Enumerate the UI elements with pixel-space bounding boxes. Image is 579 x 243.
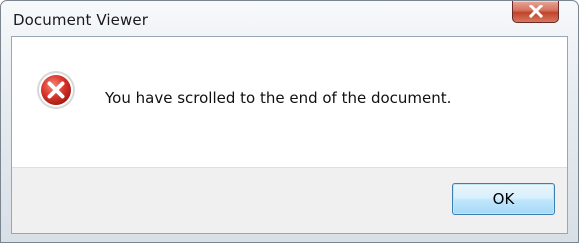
close-icon (529, 5, 543, 18)
message-text: You have scrolled to the end of the docu… (105, 89, 452, 107)
ok-button[interactable]: OK (452, 183, 555, 215)
title-bar[interactable]: Document Viewer (1, 1, 578, 33)
dialog-window: Document Viewer You have scrolled to the… (0, 0, 579, 243)
window-title: Document Viewer (13, 11, 148, 29)
button-area: OK (12, 167, 567, 233)
error-icon (37, 71, 75, 109)
close-button[interactable] (512, 1, 559, 23)
message-area: You have scrolled to the end of the docu… (12, 37, 567, 167)
dialog-content: You have scrolled to the end of the docu… (11, 36, 568, 234)
